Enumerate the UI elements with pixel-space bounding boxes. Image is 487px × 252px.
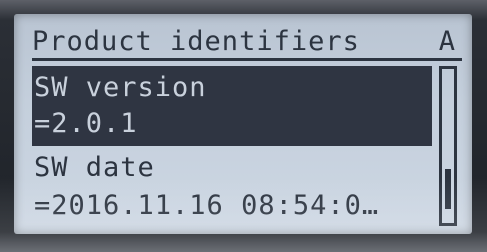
screen-header: Product identifiers A xyxy=(32,24,462,61)
title-flag: A xyxy=(438,26,456,57)
menu-item-sw-version-value[interactable]: =2.0.1 xyxy=(34,106,138,142)
page-title: Product identifiers xyxy=(32,26,360,57)
lcd-screen: Product identifiers A SW version =2.0.1 … xyxy=(14,14,472,234)
scrollbar-thumb[interactable] xyxy=(445,169,451,209)
menu-item-sw-version-label[interactable]: SW version xyxy=(34,70,207,106)
menu-item-sw-date-value[interactable]: =2016.11.16 08:54:0… xyxy=(34,188,379,224)
scrollbar[interactable] xyxy=(439,66,457,226)
menu-item-sw-date-label[interactable]: SW date xyxy=(34,150,155,186)
